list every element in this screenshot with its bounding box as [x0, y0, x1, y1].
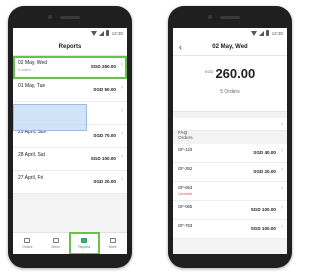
chevron-right-icon: › — [281, 224, 283, 230]
order-row-gf-065[interactable]: GF-065 SGD 100.00 › — [173, 201, 287, 220]
day-row-28-april[interactable]: 28 April, Sat SGD 100.00 › — [13, 148, 127, 171]
nav-label: Orders — [22, 245, 33, 249]
bottom-nav: Orders Menu Reports More — [13, 232, 127, 254]
day-row-02-may[interactable]: 02 May, Wed 5 orders SGD 260.00 › — [13, 56, 127, 79]
nav-menu[interactable]: Menu — [42, 233, 71, 254]
total-amount: SGD 260.00 — [173, 66, 287, 81]
day-detail-screen: 12:30 ‹ 02 May, Wed SGD 260.00 5 Orders … — [173, 28, 287, 254]
day-summary: SGD 260.00 5 Orders — [173, 56, 287, 112]
order-row-gf-123[interactable]: GF-123 SGD 40.00 › — [173, 144, 287, 163]
page-title: Reports — [58, 43, 82, 50]
order-amount: SGD 100.00 — [250, 207, 276, 212]
wifi-icon — [250, 30, 257, 36]
order-amount: SGD 20.00 — [253, 169, 276, 174]
chevron-right-icon: › — [281, 186, 283, 192]
nav-label: Menu — [51, 245, 60, 249]
reports-screen: 12:30 Reports 02 May, Wed 5 orders SGD 2… — [13, 28, 127, 254]
day-amount: SGD 20.00 — [93, 179, 116, 184]
battery-icon — [105, 30, 109, 36]
faq-row[interactable]: FAQ › — [173, 118, 287, 135]
speaker-grille — [60, 16, 80, 19]
nav-orders[interactable]: Orders — [13, 233, 42, 254]
chevron-right-icon: › — [281, 148, 283, 154]
reports-header: Reports — [13, 38, 127, 56]
speaker-grille — [220, 16, 240, 19]
nav-label: Reports — [78, 245, 91, 249]
chevron-right-icon: › — [281, 205, 283, 211]
phone-reports: 12:30 Reports 02 May, Wed 5 orders SGD 2… — [8, 6, 132, 268]
chevron-right-icon: › — [121, 62, 123, 68]
detail-header: ‹ 02 May, Wed — [173, 38, 287, 56]
phone-day-detail: 12:30 ‹ 02 May, Wed SGD 260.00 5 Orders … — [168, 6, 292, 268]
nav-more[interactable]: More — [99, 233, 128, 254]
day-row-27-april[interactable]: 27 April, Fri SGD 20.00 › — [13, 171, 127, 194]
chevron-right-icon: › — [121, 108, 123, 114]
more-icon — [109, 238, 116, 243]
chevron-right-icon: › — [121, 154, 123, 160]
nav-label: More — [108, 245, 117, 249]
order-row-gf-653[interactable]: GF-653 Cancelled › — [173, 182, 287, 201]
chevron-right-icon: › — [121, 177, 123, 183]
signal-icon — [98, 30, 104, 36]
back-arrow-icon[interactable]: ‹ — [179, 41, 182, 53]
signal-icon — [258, 30, 264, 36]
order-row-gf-753[interactable]: GF-753 SGD 100.00 › — [173, 220, 287, 239]
orders-icon — [24, 238, 31, 243]
status-bar: 12:30 — [173, 28, 287, 38]
selection-overlay — [13, 104, 87, 131]
order-id: GF-653 — [178, 185, 193, 190]
reports-icon — [81, 238, 88, 243]
orders-section-title: Orders — [178, 136, 193, 141]
menu-icon — [52, 238, 59, 243]
page-title: 02 May, Wed — [212, 43, 248, 50]
order-status-cancelled: Cancelled — [178, 192, 193, 196]
order-amount: SGD 40.00 — [253, 150, 276, 155]
status-time: 12:30 — [271, 30, 283, 36]
chevron-right-icon: › — [281, 167, 283, 173]
front-camera — [48, 15, 52, 19]
order-amount: SGD 100.00 — [250, 226, 276, 231]
wifi-icon — [90, 30, 97, 36]
battery-icon — [265, 30, 269, 36]
day-amount: SGD 100.00 — [90, 156, 116, 161]
order-row-gf-352[interactable]: GF-352 SGD 20.00 › — [173, 163, 287, 182]
status-bar: 12:30 — [13, 28, 127, 38]
day-amount: SGD 50.00 — [93, 87, 116, 92]
status-time: 12:30 — [111, 30, 123, 36]
chevron-right-icon: › — [121, 131, 123, 137]
chevron-right-icon: › — [121, 85, 123, 91]
faq-label: FAQ — [178, 130, 188, 135]
day-amount: SGD 260.00 — [90, 64, 116, 69]
total-amount-value: 260.00 — [215, 66, 256, 81]
nav-reports[interactable]: Reports — [69, 232, 100, 254]
orders-count: 5 Orders — [220, 89, 240, 95]
day-row-01-may[interactable]: 01 May, Tue SGD 50.00 › — [13, 79, 127, 102]
chevron-right-icon: › — [281, 122, 283, 128]
front-camera — [208, 15, 212, 19]
currency-label: SGD — [204, 69, 214, 74]
day-amount: SGD 70.00 — [93, 133, 116, 138]
